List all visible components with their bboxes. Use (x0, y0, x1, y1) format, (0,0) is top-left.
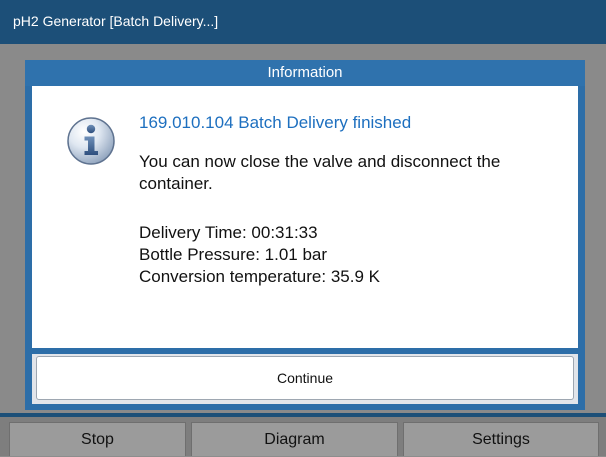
conversion-temperature-text: Conversion temperature: 35.9 K (139, 267, 380, 286)
information-dialog: Information 169.010.104 Batch Delivery f… (25, 60, 585, 410)
info-icon (67, 117, 115, 165)
dialog-body: 169.010.104 Batch Delivery finished You … (32, 86, 578, 348)
dialog-footer: Continue (32, 354, 578, 404)
app-title-bar: pH2 Generator [Batch Delivery...] (0, 0, 606, 44)
app-title: pH2 Generator [Batch Delivery...] (13, 13, 219, 29)
continue-button[interactable]: Continue (36, 356, 574, 400)
bottle-pressure-text: Bottle Pressure: 1.01 bar (139, 245, 328, 264)
message-heading: 169.010.104 Batch Delivery finished (139, 113, 412, 132)
bottom-toolbar: Stop Diagram Settings (0, 417, 606, 456)
diagram-button[interactable]: Diagram (191, 422, 398, 456)
dialog-title: Information (267, 64, 343, 81)
message-line-2: container. (139, 174, 213, 193)
delivery-time-text: Delivery Time: 00:31:33 (139, 223, 318, 242)
settings-button[interactable]: Settings (403, 422, 599, 456)
stop-button[interactable]: Stop (9, 422, 186, 456)
message-line-1: You can now close the valve and disconne… (139, 152, 501, 171)
dialog-header: Information (25, 60, 585, 86)
